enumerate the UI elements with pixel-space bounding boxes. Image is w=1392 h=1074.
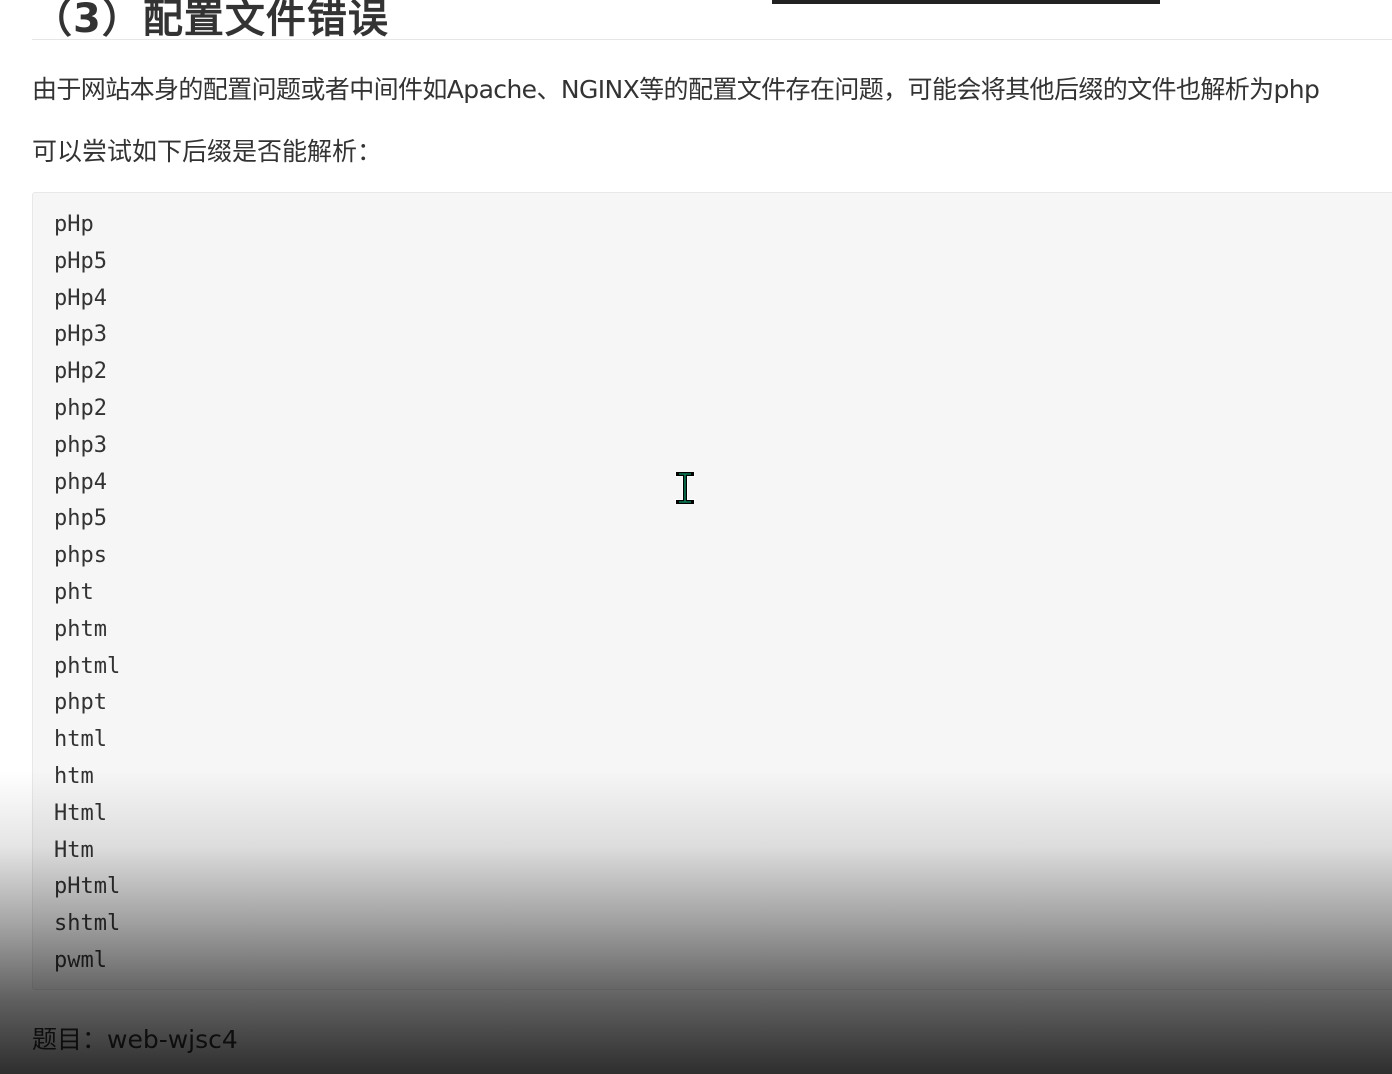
- code-line: pHp4: [54, 285, 107, 311]
- code-line: pHtml: [54, 874, 121, 900]
- code-line: pHp: [54, 212, 94, 237]
- code-lines: pHp pHp5 pHp4 pHp3 pHp2 php2 php3 php4 php5 phps p…: [54, 207, 120, 980]
- code-line: html: [54, 727, 107, 753]
- section-heading: （3）配置文件错误: [32, 0, 389, 42]
- code-line: phtml: [54, 653, 121, 679]
- code-line: pHp2: [54, 359, 107, 385]
- code-line: Htm: [54, 837, 94, 863]
- code-line: php5: [54, 506, 107, 532]
- code-line: php3: [54, 432, 107, 458]
- code-block[interactable]: pHp pHp5 pHp4 pHp3 pHp2 php2 php3 php4 php5 phps p…: [32, 192, 1392, 990]
- code-line: phtm: [54, 616, 107, 642]
- heading-divider: [32, 39, 1392, 40]
- code-line: htm: [54, 763, 94, 789]
- code-line: Html: [54, 800, 107, 826]
- code-line: pwml: [54, 947, 107, 973]
- code-line: pHp3: [54, 322, 107, 348]
- code-line: pht: [54, 579, 94, 605]
- top-bar-strip: [772, 0, 1160, 4]
- code-line: phpt: [54, 690, 107, 716]
- instruction-paragraph: 可以尝试如下后缀是否能解析：: [32, 137, 383, 166]
- code-line: php2: [54, 395, 107, 421]
- description-paragraph: 由于网站本身的配置问题或者中间件如Apache、NGINX等的配置文件存在问题，…: [32, 75, 1320, 104]
- code-line: phps: [54, 543, 107, 569]
- code-line: shtml: [54, 911, 121, 937]
- challenge-title: 题目：web-wjsc4: [32, 1025, 238, 1054]
- text-cursor-icon: [675, 472, 695, 504]
- code-line: pHp5: [54, 248, 107, 274]
- code-line: php4: [54, 469, 107, 495]
